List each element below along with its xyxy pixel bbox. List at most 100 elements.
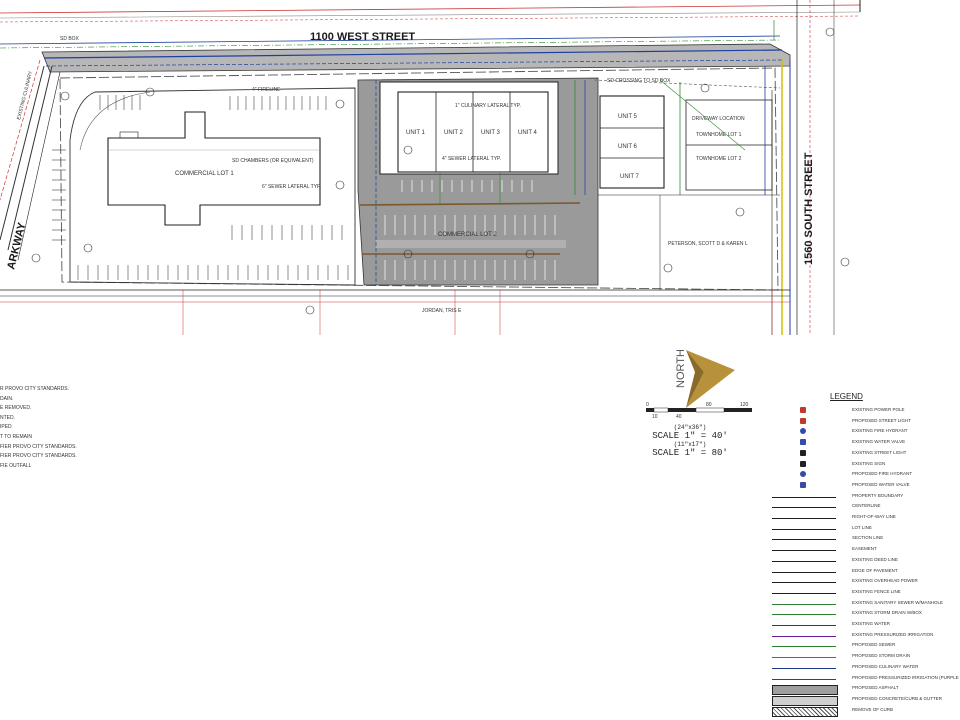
legend-item: PROPERTY BOUNDARY [768,492,958,502]
legend-item: EXISTING WATER VALVE [768,438,958,448]
legend-line-symbol [772,657,836,659]
note-line: NTED. [0,414,15,421]
commercial-lot-1-building [107,111,321,226]
legend-item: LOT LINE [768,524,958,534]
note-line: FIE OUTFALL [0,462,32,469]
legend-item-label: EXISTING DEED LINE [852,556,899,562]
street-light-icon [800,449,806,456]
legend-line-symbol [772,528,836,530]
water-valve-icon [800,481,806,488]
water-valve-icon [800,439,806,446]
sd-box-note: SD BOX [60,36,80,42]
legend-line-symbol [772,507,836,509]
legend-item-label: EASEMENT [852,546,877,552]
existing-utility-lines-top [0,0,861,23]
scale-tick-label: 80 [706,402,712,408]
legend-item-label: EXISTING FIRE HYDRANT [852,428,908,434]
legend-item-label: EXISTING FENCE LINE [852,588,901,594]
unit-label: UNIT 7 [620,174,640,180]
legend-item-label: EXISTING POWER POLE [852,407,905,412]
legend-item-label: EXISTING SIGN [852,460,886,466]
legend-item-label: PROPOSED PRESSURIZED IRRIGATION (PURPLE … [852,674,960,680]
legend-line-symbol [772,603,836,605]
note-line: IPED [0,424,12,431]
scale-block: (24"x36") SCALE 1" = 40' (11"x17") SCALE… [620,424,760,458]
legend-line-symbol [772,550,836,552]
north-arrow-icon [686,350,735,408]
fire-hydrant-icon [800,471,806,478]
legend-item: EXISTING POWER POLE [768,406,958,416]
note-line: T TO REMAIN [0,433,32,440]
scale-small: SCALE 1" = 80' [652,448,728,458]
sewer-6-note: 6" SEWER LATERAL TYP. [262,184,321,190]
legend-line-symbol [772,678,836,680]
legend-line-symbol [772,560,836,562]
legend-item-label: PROPOSED CULINARY WATER [852,663,919,669]
legend-item: PROPOSED FIRE HYDRANT [768,470,958,480]
unit-label: UNIT 6 [618,144,638,150]
power-pole-icon [800,407,806,413]
sewer-note: 4" SEWER LATERAL TYP. [442,156,501,162]
legend-item-label: EXISTING WATER VALVE [852,439,906,445]
legend-item-label: PROPERTY BOUNDARY [852,492,904,498]
legend-line-symbol [772,571,836,573]
legend-item-label: EXISTING STREET LIGHT [852,449,907,455]
legend-item-label: PROPOSED FIRE HYDRANT [852,471,913,477]
legend-line-symbol [772,667,836,669]
note-line: FIER PROVO CITY STANDARDS. [0,453,77,460]
unit-label: UNIT 2 [444,130,464,136]
legend-fill-symbol [772,706,838,717]
fire-hydrant-icon [800,428,806,435]
legend-item-label: EXISTING WATER [852,621,891,626]
scale-tick-label: 10 [652,414,658,420]
legend-fill-symbol [772,695,838,706]
note-line: FIER PROVO CITY STANDARDS. [0,443,77,450]
legend-item-label: EXISTING STORM DRAIN W/BOX [852,610,922,616]
legend-item: PROPOSED CONCRETE/CURB & GUTTER [768,695,958,706]
legend-item: PROPOSED PRESSURIZED IRRIGATION (PURPLE … [768,674,960,684]
legend-title: LEGEND [830,392,863,401]
storm-chamber-note: SD CHAMBERS (OR EQUIVALENT) [232,158,314,164]
sheet-size-large: (24"x36") [673,424,707,431]
legend-item: EXISTING FENCE LINE [768,588,958,598]
fireline-note: 4" FIRELINE [252,87,281,93]
scale-tick-label: 0 [646,402,649,408]
legend-line-symbol [772,518,836,519]
legend-item-label: EDGE OF PAVEMENT [852,567,898,573]
legend-item: EASEMENT [768,545,958,555]
legend-item-label: REMOVE OF CURB [852,706,894,712]
legend-item-label: EXISTING PRESSURIZED IRRIGATION [852,631,934,637]
scale-tick-label: 40 [676,414,682,420]
legend-item: EXISTING FIRE HYDRANT [768,427,958,437]
unit-label: UNIT 4 [518,130,538,136]
legend-item: PROPOSED STORM DRAIN [768,652,958,662]
sign-icon [800,460,806,467]
culinary-note: 1" CULINARY LATERAL TYP. [455,103,521,109]
neighbor-label-s: JORDAN, TRIS E [422,308,462,314]
legend-item: SECTION LINE [768,534,958,544]
sheet-size-small: (11"x17") [673,441,707,448]
storm-drain-note: SD CROSSING TO SD BOX [607,78,671,84]
unit-label: UNIT 3 [481,130,501,136]
lot-label-commercial-1: COMMERCIAL LOT 1 [175,171,234,177]
lot-label-townhome-1: TOWNHOME LOT 1 [696,132,742,138]
street-label-east: 1560 SOUTH STREET [803,152,815,265]
legend-fill-symbol [772,685,838,696]
legend-item: EXISTING STORM DRAIN W/BOX [768,609,958,619]
legend-line-symbol [772,614,836,616]
townhome-lots [685,99,773,191]
legend-line-symbol [772,635,836,637]
note-line: DAIN. [0,395,14,402]
legend-item-label: PROPOSED STREET LIGHT [852,417,911,423]
lot-label-townhome-2: TOWNHOME LOT 2 [696,156,742,162]
legend-item-label: PROPOSED WATER VALVE [852,481,910,487]
unit-label: UNIT 5 [618,114,638,120]
legend-item: EXISTING WATER [768,620,958,630]
legend-item-label: PROPOSED STORM DRAIN [852,653,911,659]
legend-item-label: EXISTING OVERHEAD POWER [852,578,918,584]
legend-item: RIGHT-OF-WAY LINE [768,513,958,523]
legend-item-label: RIGHT-OF-WAY LINE [852,514,896,519]
legend-item-label: PROPOSED SEWER [852,642,896,648]
scale-tick-label: 120 [740,402,749,408]
street-light-icon [800,417,806,424]
